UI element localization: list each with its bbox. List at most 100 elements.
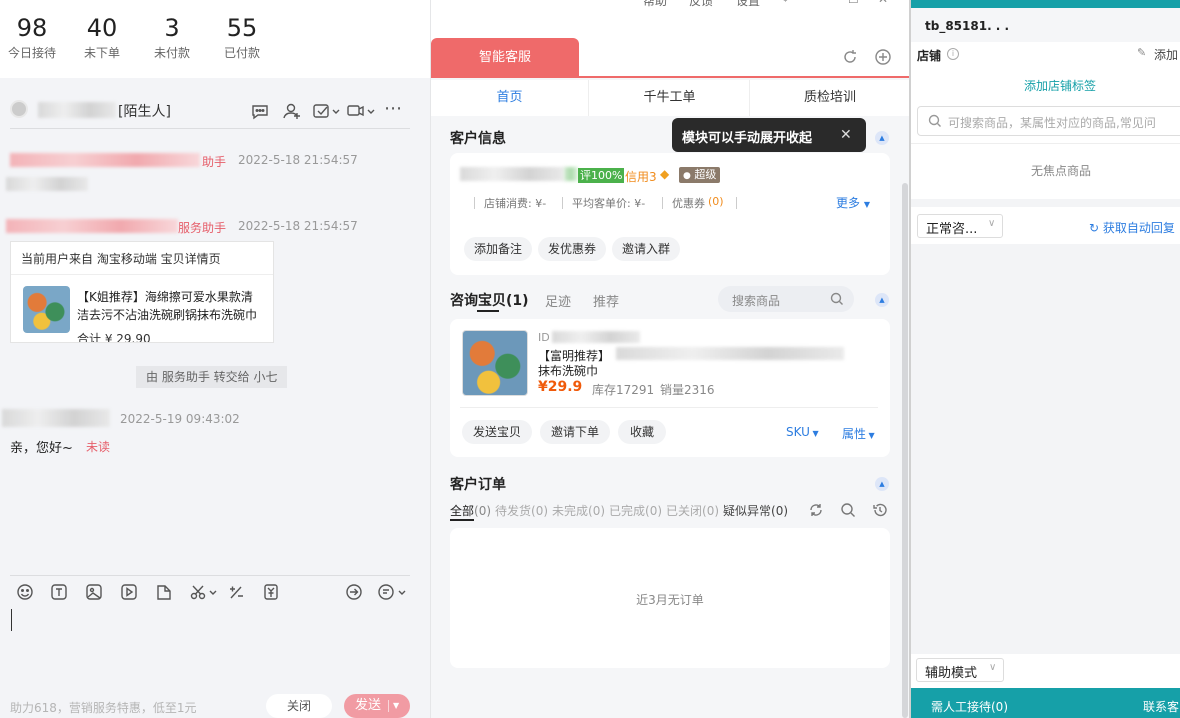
scrollbar[interactable] xyxy=(902,183,908,718)
tooltip-close-icon[interactable]: ✕ xyxy=(840,127,852,143)
consult-mode-select[interactable]: 正常咨... ∨ xyxy=(917,214,1003,238)
refresh-icon[interactable] xyxy=(841,48,859,69)
store-spend: 店铺消费: ¥- xyxy=(484,197,547,210)
product-id-prefix: ID xyxy=(538,331,550,344)
invite-order-button[interactable]: 邀请下单 xyxy=(540,420,610,444)
stat-value: 40 xyxy=(86,14,118,42)
edit-icon[interactable]: ✎ xyxy=(1137,46,1146,59)
product-title-masked xyxy=(616,347,844,360)
product-title-tail[interactable]: 抹布洗碗巾 xyxy=(538,362,598,379)
refresh-icon[interactable] xyxy=(808,502,824,521)
section-title: 客户信息 xyxy=(450,131,506,147)
help-link[interactable]: 帮助 xyxy=(643,0,667,9)
collapse-icon[interactable]: ▲ xyxy=(875,131,889,145)
close-button[interactable]: 关闭 xyxy=(266,694,332,718)
transfer-notice: 由 服务助手 转交给 小七 xyxy=(136,366,288,388)
send-coupon-button[interactable]: 发优惠券 xyxy=(538,237,606,261)
order-filter-all[interactable]: 全部(0) xyxy=(450,502,491,519)
dropdown-icon: ▼ xyxy=(809,429,819,438)
user-add-icon[interactable] xyxy=(282,102,302,123)
avatar[interactable] xyxy=(10,100,28,118)
subtab-workorder[interactable]: 千牛工单 xyxy=(590,80,750,116)
maximize-icon[interactable]: ☐ xyxy=(848,0,859,6)
tooltip: 模块可以手动展开收起 ✕ xyxy=(672,118,866,152)
product-thumbnail[interactable] xyxy=(462,330,528,396)
invite-group-button[interactable]: 邀请入群 xyxy=(612,237,680,261)
footer-hint[interactable]: 助力618，营销服务特惠，低至1元 xyxy=(10,699,197,716)
scissors-icon[interactable] xyxy=(189,583,219,604)
stat-reception[interactable]: 98 今日接待 xyxy=(0,14,64,61)
close-window-icon[interactable]: ✕ xyxy=(878,0,888,6)
coupon-icon[interactable] xyxy=(262,583,280,604)
message-sender-masked xyxy=(6,219,178,233)
human-queue[interactable]: 需人工接待(0) xyxy=(931,698,1008,715)
search-icon[interactable] xyxy=(840,502,856,521)
send-options-icon[interactable]: ▼ xyxy=(393,694,399,718)
stat-unordered[interactable]: 40 未下单 xyxy=(70,14,134,61)
coupon-label: 优惠券 xyxy=(672,197,705,210)
order-filter-closed[interactable]: 已关闭(0) xyxy=(666,502,719,519)
active-tab[interactable]: 智能客服 xyxy=(431,38,579,78)
subtab-bar: 首页 千牛工单 质检培训 xyxy=(431,80,909,116)
footprint-tab[interactable]: 足迹 xyxy=(545,291,571,310)
video-icon[interactable] xyxy=(346,102,376,123)
search-icon[interactable] xyxy=(830,292,844,309)
coupon-count: (0) xyxy=(708,195,724,208)
select-value: 正常咨... xyxy=(926,222,978,237)
history-icon[interactable] xyxy=(872,502,888,521)
input-toolbar-divider xyxy=(10,575,410,576)
order-filter-abnormal[interactable]: 疑似异常(0) xyxy=(723,502,788,519)
emoji-icon[interactable] xyxy=(16,583,34,604)
product-card[interactable]: 当前用户来自 淘宝移动端 宝贝详情页 【K姐推荐】海绵擦可爱水果款清洁去污不沾油… xyxy=(10,241,274,343)
product-sales: 销量2316 xyxy=(660,383,715,397)
order-filter-completed[interactable]: 已完成(0) xyxy=(609,502,662,519)
add-store-tag-link[interactable]: 添加店铺标签 xyxy=(1024,77,1096,94)
attribute-dropdown[interactable]: 属性 ▼ xyxy=(842,425,875,442)
dropdown-icon: ▼ xyxy=(866,431,875,440)
feedback-link[interactable]: 反馈 xyxy=(689,0,713,9)
more-link[interactable]: 更多 ▼ xyxy=(836,194,870,211)
text-cursor[interactable] xyxy=(11,609,12,631)
consult-tab-active[interactable]: 咨询宝贝(1) xyxy=(450,290,529,310)
favorite-button[interactable]: 收藏 xyxy=(618,420,666,444)
more-icon[interactable]: ⋯ xyxy=(384,98,402,119)
stat-unpaid[interactable]: 3 未付款 xyxy=(140,14,204,61)
transfer-icon[interactable] xyxy=(345,583,363,604)
quick-phrase-icon[interactable] xyxy=(227,583,245,604)
minimize-icon[interactable]: — xyxy=(816,0,828,6)
video-play-icon[interactable] xyxy=(120,583,138,604)
subtab-training[interactable]: 质检培训 xyxy=(751,80,909,116)
subtab-home[interactable]: 首页 xyxy=(431,80,589,116)
store-label: 店铺 xyxy=(917,49,942,63)
filter-underline xyxy=(450,519,474,521)
settings-link[interactable]: 设置 xyxy=(736,0,760,9)
task-check-icon[interactable] xyxy=(312,102,340,123)
send-button[interactable]: 发送 ▼ xyxy=(344,694,410,718)
add-circle-icon[interactable] xyxy=(874,48,892,69)
stat-paid[interactable]: 55 已付款 xyxy=(210,14,274,61)
sku-dropdown[interactable]: SKU ▼ xyxy=(786,425,819,439)
product-title[interactable]: 【K姐推荐】海绵擦可爱水果款清洁去污不沾油洗碗刷锅抹布洗碗巾 xyxy=(77,288,263,324)
info-icon[interactable]: i xyxy=(947,48,959,60)
send-product-button[interactable]: 发送宝贝 xyxy=(462,420,532,444)
order-filter-incomplete[interactable]: 未完成(0) xyxy=(552,502,605,519)
image-icon[interactable] xyxy=(85,583,103,604)
recommend-tab[interactable]: 推荐 xyxy=(593,291,619,310)
collapse-icon[interactable]: ▲ xyxy=(875,477,889,491)
auto-reply-link[interactable]: ↻ 获取自动回复 xyxy=(1089,219,1175,236)
file-icon[interactable] xyxy=(155,583,173,604)
product-search-input[interactable]: 可搜索商品，某属性对应的商品,常见问 xyxy=(917,106,1180,136)
no-focus-product: 无焦点商品 xyxy=(1031,164,1092,178)
add-note-button[interactable]: 添加备注 xyxy=(464,237,532,261)
chat-bubble-icon[interactable] xyxy=(250,102,270,123)
text-format-icon[interactable] xyxy=(50,583,68,604)
collapse-icon[interactable]: ▲ xyxy=(875,293,889,307)
add-link[interactable]: 添加 xyxy=(1154,46,1178,63)
contact-link[interactable]: 联系客 xyxy=(1143,698,1179,715)
order-filter-pending-ship[interactable]: 待发货(0) xyxy=(495,502,548,519)
assist-mode-select[interactable]: 辅助模式 ∨ xyxy=(916,658,1004,682)
product-search-input[interactable]: 搜索商品 xyxy=(718,286,854,312)
stat-label: 今日接待 xyxy=(7,46,56,60)
pin-icon[interactable]: ⌖ xyxy=(782,0,789,7)
smart-reply-icon[interactable] xyxy=(377,583,407,604)
